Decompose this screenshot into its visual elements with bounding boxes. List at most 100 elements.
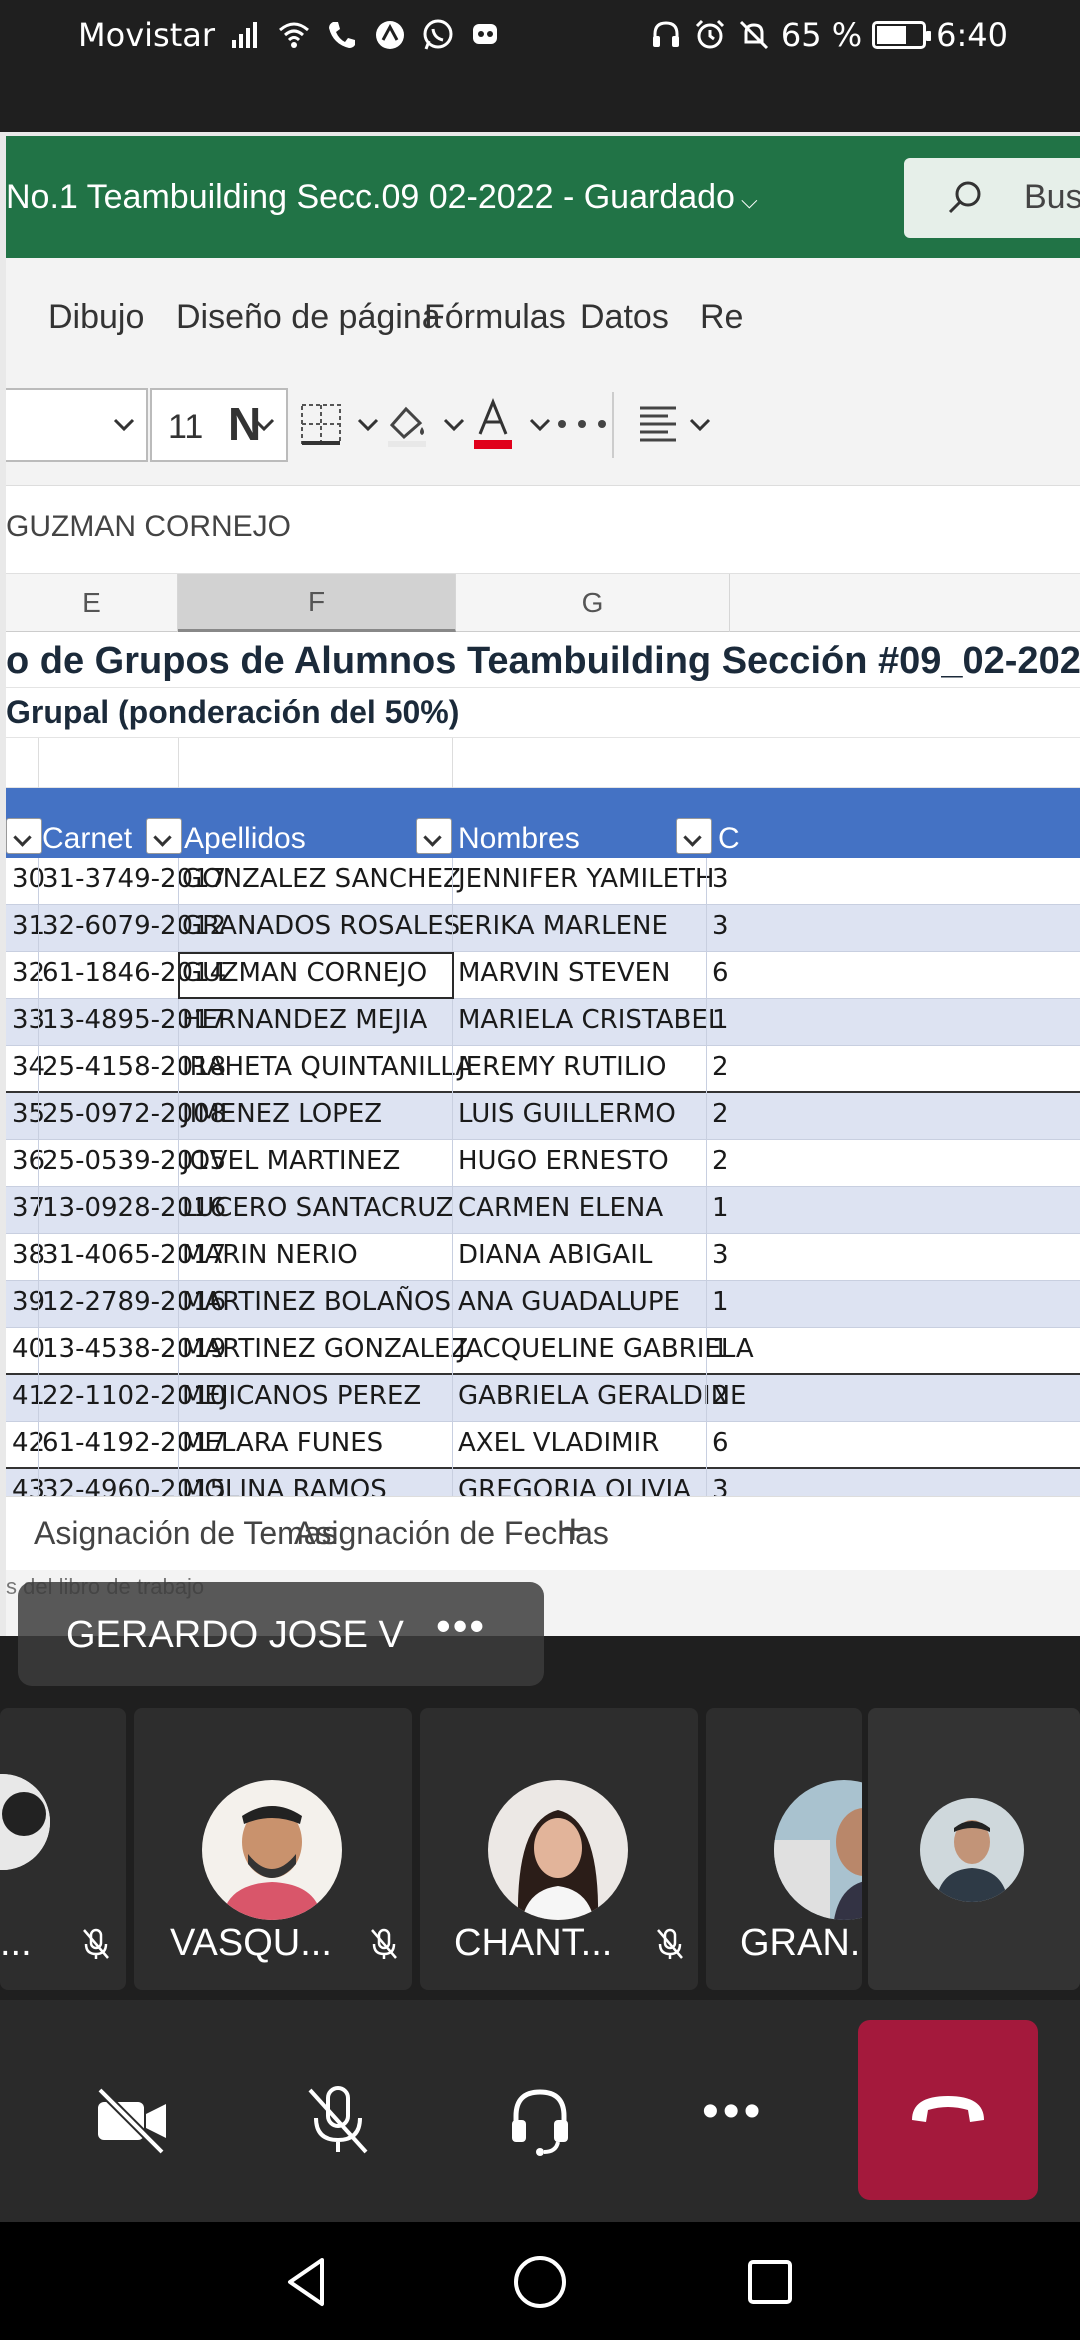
- table-row[interactable]: 42 61-4192-2017 MELARA FUNES AXEL VLADIMIR 6: [6, 1422, 1080, 1469]
- row-number[interactable]: 36: [12, 1146, 45, 1176]
- cell-nombres[interactable]: HUGO ERNESTO: [458, 1146, 669, 1176]
- row-number[interactable]: 37: [12, 1193, 45, 1223]
- row-number[interactable]: 40: [12, 1334, 45, 1364]
- font-name-select[interactable]: [6, 388, 148, 462]
- cell-nombres[interactable]: MARVIN STEVEN: [458, 958, 671, 988]
- cell-apellidos[interactable]: LUCERO SANTACRUZ: [182, 1193, 454, 1223]
- row-number[interactable]: 31: [12, 911, 45, 941]
- table-row[interactable]: 33 13-4895-2017 HERNANDEZ MEJIA MARIELA CRI…: [6, 999, 1080, 1046]
- cell-apellidos[interactable]: MEJICANOS PEREZ: [182, 1381, 421, 1411]
- participant-tile[interactable]: [868, 1708, 1080, 1990]
- tab-datos[interactable]: Datos: [580, 298, 669, 337]
- cell-extra[interactable]: 3: [712, 1240, 729, 1270]
- row-number[interactable]: 39: [12, 1287, 45, 1317]
- cell-extra[interactable]: 2: [712, 1099, 729, 1129]
- more-options-button[interactable]: •••: [702, 2084, 782, 2164]
- cell-extra[interactable]: 1: [712, 1287, 729, 1317]
- cell-apellidos[interactable]: JIMENEZ LOPEZ: [182, 1099, 382, 1129]
- cell-nombres[interactable]: ANA GUADALUPE: [458, 1287, 680, 1317]
- table-row[interactable]: 30 31-3749-2017 GONZALEZ SANCHEZ JENNIFER Y…: [6, 858, 1080, 905]
- cell-extra[interactable]: 3: [712, 864, 729, 894]
- filter-dropdown-icon[interactable]: [416, 818, 452, 854]
- participant-tile[interactable]: ...: [0, 1708, 126, 1990]
- presenter-more-button[interactable]: •••: [436, 1602, 486, 1650]
- column-header-f[interactable]: F: [178, 574, 456, 632]
- cell-nombres[interactable]: AXEL VLADIMIR: [458, 1428, 659, 1458]
- table-row[interactable]: 31 32-6079-2012 GRANADOS ROSALES ERIKA MARL…: [6, 905, 1080, 952]
- cell-extra[interactable]: 1: [712, 1334, 729, 1364]
- mic-off-button[interactable]: [298, 2080, 378, 2160]
- audio-device-button[interactable]: [500, 2080, 580, 2160]
- participant-tile[interactable]: GRAN.: [706, 1708, 862, 1990]
- cell-nombres[interactable]: GABRIELA GERALDINE: [458, 1381, 747, 1411]
- row-number[interactable]: 35: [12, 1099, 45, 1129]
- cell-nombres[interactable]: JENNIFER YAMILETH: [458, 864, 714, 894]
- end-call-button[interactable]: [858, 2020, 1038, 2200]
- cell-apellidos[interactable]: JOVEL MARTINEZ: [182, 1146, 400, 1176]
- cell-nombres[interactable]: JEREMY RUTILIO: [458, 1052, 666, 1082]
- cell-apellidos[interactable]: IRAHETA QUINTANILLA: [182, 1052, 473, 1082]
- home-icon[interactable]: [510, 2252, 570, 2312]
- file-title[interactable]: No.1 Teambuilding Secc.09 02-2022 - Guar…: [6, 178, 758, 217]
- table-row[interactable]: 32 61-1846-2014 GUZMAN CORNEJO MARVIN STEVE…: [6, 952, 1080, 999]
- fill-color-button[interactable]: [382, 394, 466, 454]
- bold-button[interactable]: N: [228, 394, 261, 454]
- cell-extra[interactable]: 6: [712, 958, 729, 988]
- cell-extra[interactable]: 6: [712, 1428, 729, 1458]
- cell-apellidos[interactable]: MARTINEZ GONZALEZ: [182, 1334, 468, 1364]
- filter-dropdown-icon[interactable]: [6, 818, 42, 854]
- cell-nombres[interactable]: LUIS GUILLERMO: [458, 1099, 676, 1129]
- cell-extra[interactable]: 3: [712, 911, 729, 941]
- row-number[interactable]: 34: [12, 1052, 45, 1082]
- cell-extra[interactable]: 2: [712, 1146, 729, 1176]
- table-row[interactable]: 35 25-0972-2008 JIMENEZ LOPEZ LUIS GUILLERM…: [6, 1093, 1080, 1140]
- column-header-e[interactable]: E: [6, 574, 178, 632]
- cell-apellidos[interactable]: GRANADOS ROSALES: [182, 911, 460, 941]
- table-row[interactable]: 34 25-4158-2018 IRAHETA QUINTANILLA JEREMY …: [6, 1046, 1080, 1093]
- cell-apellidos[interactable]: MARTINEZ BOLAÑOS: [182, 1287, 451, 1317]
- font-size-select[interactable]: 11: [150, 388, 288, 462]
- row-number[interactable]: 32: [12, 958, 45, 988]
- row-number[interactable]: 33: [12, 1005, 45, 1035]
- camera-off-button[interactable]: [92, 2080, 172, 2160]
- row-number[interactable]: 42: [12, 1428, 45, 1458]
- more-options-button[interactable]: [554, 394, 610, 454]
- recents-icon[interactable]: [740, 2252, 800, 2312]
- column-header-g[interactable]: G: [456, 574, 730, 632]
- cell-extra[interactable]: 2: [712, 1381, 729, 1411]
- cell-apellidos[interactable]: GONZALEZ SANCHEZ: [182, 864, 461, 894]
- align-button[interactable]: [638, 394, 712, 454]
- font-color-button[interactable]: [468, 394, 552, 454]
- search-box[interactable]: Bus: [904, 158, 1080, 238]
- filter-dropdown-icon[interactable]: [146, 818, 182, 854]
- tab-diseno-pagina[interactable]: Diseño de página: [176, 298, 441, 337]
- cell-nombres[interactable]: ERIKA MARLENE: [458, 911, 668, 941]
- cell-nombres[interactable]: CARMEN ELENA: [458, 1193, 663, 1223]
- cell-extra[interactable]: 2: [712, 1052, 729, 1082]
- cell-nombres[interactable]: MARIELA CRISTABEL: [458, 1005, 722, 1035]
- participant-tile[interactable]: VASQU...: [134, 1708, 412, 1990]
- cell-apellidos[interactable]: HERNANDEZ MEJIA: [182, 1005, 427, 1035]
- formula-bar[interactable]: GUZMAN CORNEJO: [6, 486, 1080, 574]
- back-icon[interactable]: [278, 2252, 338, 2312]
- add-sheet-button[interactable]: +: [560, 1505, 586, 1555]
- table-row[interactable]: 39 12-2789-2016 MARTINEZ BOLAÑOS ANA GUADAL…: [6, 1281, 1080, 1328]
- sheet-tab-temas[interactable]: Asignación de Temas: [34, 1515, 338, 1552]
- participant-tile[interactable]: CHANT...: [420, 1708, 698, 1990]
- row-number[interactable]: 41: [12, 1381, 45, 1411]
- table-row[interactable]: 41 22-1102-2010 MEJICANOS PEREZ GABRIELA GE…: [6, 1375, 1080, 1422]
- row-number[interactable]: 38: [12, 1240, 45, 1270]
- cell-extra[interactable]: 1: [712, 1193, 729, 1223]
- cell-apellidos[interactable]: MELARA FUNES: [182, 1428, 383, 1458]
- cell-nombres[interactable]: JACQUELINE GABRIELA: [458, 1334, 754, 1364]
- tab-formulas[interactable]: Fórmulas: [424, 298, 566, 337]
- table-row[interactable]: 40 13-4538-2019 MARTINEZ GONZALEZ JACQUELIN…: [6, 1328, 1080, 1375]
- shared-screen[interactable]: No.1 Teambuilding Secc.09 02-2022 - Guar…: [0, 132, 1080, 1636]
- filter-dropdown-icon[interactable]: [676, 818, 712, 854]
- cell-nombres[interactable]: DIANA ABIGAIL: [458, 1240, 652, 1270]
- tab-dibujo[interactable]: Dibujo: [48, 298, 144, 337]
- cell-extra[interactable]: 1: [712, 1005, 729, 1035]
- row-number[interactable]: 30: [12, 864, 45, 894]
- table-row[interactable]: 38 31-4065-2017 MARIN NERIO DIANA ABIGAIL 3: [6, 1234, 1080, 1281]
- table-row[interactable]: 36 25-0539-2015 JOVEL MARTINEZ HUGO ERNESTO…: [6, 1140, 1080, 1187]
